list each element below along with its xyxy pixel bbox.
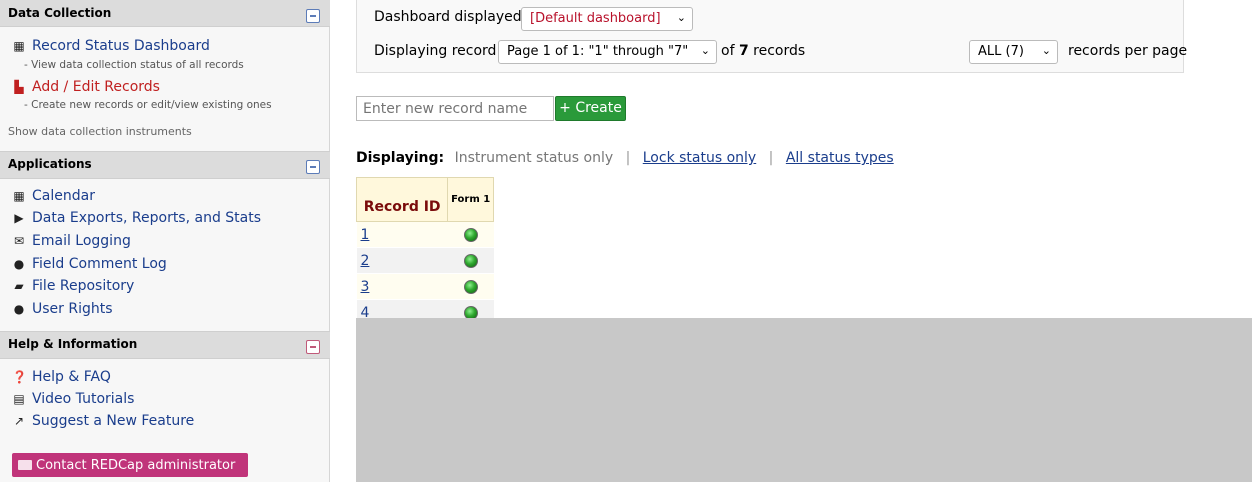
folder-icon: ▰ xyxy=(14,279,24,293)
status-circle-icon[interactable] xyxy=(463,253,478,268)
section-title: Data Collection xyxy=(8,6,112,20)
share-icon: ↗ xyxy=(13,414,25,428)
per-page-value: ALL (7) xyxy=(978,44,1024,59)
column-header-form: Form 1 xyxy=(447,177,494,222)
contact-admin-label: Contact REDCap administrator xyxy=(36,457,236,473)
sidebar-item-label: Video Tutorials xyxy=(32,391,135,407)
form-status-cell xyxy=(447,221,494,248)
envelope-icon xyxy=(18,460,32,470)
dashboard-displayed-label: Dashboard displayed: xyxy=(374,9,527,25)
section-header-data-collection: Data Collection xyxy=(0,0,330,27)
record-count-number: 7 xyxy=(738,43,749,59)
display-filter-current: Instrument status only xyxy=(454,150,614,166)
left-sidebar: Data Collection ▦ Record Status Dashboar… xyxy=(0,0,330,482)
sidebar-item-label: Field Comment Log xyxy=(32,256,167,272)
contact-admin-button[interactable]: Contact REDCap administrator xyxy=(12,453,248,477)
sidebar-item-label: File Repository xyxy=(32,278,135,294)
new-record-name-input[interactable] xyxy=(356,96,554,121)
sidebar-item-label: Record Status Dashboard xyxy=(32,38,210,54)
dashboard-select-value: [Default dashboard] xyxy=(530,11,661,26)
sidebar-item-email-logging[interactable]: ✉ Email Logging xyxy=(12,233,131,249)
record-id-link[interactable]: 3 xyxy=(361,279,370,295)
per-page-select[interactable]: ALL (7) ⌄ xyxy=(969,40,1058,64)
sidebar-item-user-rights[interactable]: ● User Rights xyxy=(12,301,113,317)
sidebar-item-field-comment-log[interactable]: ● Field Comment Log xyxy=(12,256,167,272)
status-display-filter: Displaying: Instrument status only | Loc… xyxy=(356,150,894,166)
section-header-help: Help & Information xyxy=(0,331,330,359)
form-status-cell xyxy=(447,273,494,300)
sidebar-item-label: Add / Edit Records xyxy=(32,79,160,95)
column-header-record-id[interactable]: Record ID xyxy=(355,177,449,222)
chevron-down-icon: ⌄ xyxy=(700,44,710,57)
film-icon: ▤ xyxy=(13,392,25,406)
record-page-value: Page 1 of 1: "1" through "7" xyxy=(507,44,689,59)
form-status-cell xyxy=(447,247,494,274)
show-instruments-link[interactable]: Show data collection instruments xyxy=(8,125,192,138)
sidebar-item-record-status-dashboard[interactable]: ▦ Record Status Dashboard xyxy=(12,38,210,54)
gray-overlay xyxy=(356,318,1252,482)
record-id-link[interactable]: 1 xyxy=(361,227,370,243)
sidebar-item-help-faq[interactable]: ❓ Help & FAQ xyxy=(12,369,111,385)
collapse-icon[interactable] xyxy=(306,340,320,354)
sidebar-item-label: User Rights xyxy=(32,301,113,317)
sidebar-item-calendar[interactable]: ▦ Calendar xyxy=(12,188,95,204)
record-id-cell: 2 xyxy=(356,247,448,274)
record-count: of 7 records xyxy=(721,43,805,59)
separator: | xyxy=(768,150,774,166)
collapse-icon[interactable] xyxy=(306,9,320,23)
section-title: Help & Information xyxy=(8,337,138,351)
table-row: 1 xyxy=(356,221,494,248)
lock-status-link[interactable]: Lock status only xyxy=(643,150,756,166)
comments-icon: ● xyxy=(13,257,25,271)
section-header-applications: Applications xyxy=(0,151,330,179)
sidebar-item-data-exports[interactable]: ▶ Data Exports, Reports, and Stats xyxy=(12,210,261,226)
sidebar-item-label: Suggest a New Feature xyxy=(32,413,195,429)
sidebar-item-video-tutorials[interactable]: ▤ Video Tutorials xyxy=(12,391,134,407)
sidebar-item-description: - Create new records or edit/view existi… xyxy=(24,99,272,111)
sidebar-item-label: Help & FAQ xyxy=(32,369,111,385)
record-count-suffix: records xyxy=(753,43,806,59)
status-circle-icon[interactable] xyxy=(463,227,478,242)
export-icon: ▶ xyxy=(14,211,24,225)
dashboard-controls-panel: Dashboard displayed: [Default dashboard]… xyxy=(356,0,1188,73)
calendar-icon: ▦ xyxy=(13,189,25,203)
sidebar-item-description: - View data collection status of all rec… xyxy=(24,59,244,71)
table-row: 3 xyxy=(356,273,494,300)
separator: | xyxy=(625,150,631,166)
display-filter-label: Displaying: xyxy=(356,150,445,166)
table-row: 2 xyxy=(356,247,494,274)
chevron-down-icon: ⌄ xyxy=(676,11,686,24)
chevron-down-icon: ⌄ xyxy=(1041,44,1051,57)
record-id-cell: 3 xyxy=(356,273,448,300)
sidebar-item-add-edit-records[interactable]: ▙ Add / Edit Records xyxy=(12,79,160,95)
record-page-select[interactable]: Page 1 of 1: "1" through "7" ⌄ xyxy=(498,40,717,64)
record-id-cell: 1 xyxy=(356,221,448,248)
create-record-button[interactable]: + Create xyxy=(555,96,626,121)
sidebar-item-file-repository[interactable]: ▰ File Repository xyxy=(12,278,134,294)
table-icon: ▦ xyxy=(13,39,25,53)
per-page-label: records per page xyxy=(1068,43,1188,59)
section-title: Applications xyxy=(8,157,92,171)
question-icon: ❓ xyxy=(12,370,27,384)
file-icon: ▙ xyxy=(14,80,24,94)
status-circle-icon[interactable] xyxy=(463,279,478,294)
collapse-icon[interactable] xyxy=(306,160,320,174)
dashboard-select[interactable]: [Default dashboard] ⌄ xyxy=(521,7,693,31)
displaying-record-label: Displaying record xyxy=(374,43,497,59)
record-count-prefix: of xyxy=(721,43,735,59)
sidebar-item-label: Calendar xyxy=(32,188,95,204)
sidebar-item-suggest-feature[interactable]: ↗ Suggest a New Feature xyxy=(12,413,194,429)
mail-log-icon: ✉ xyxy=(13,234,25,248)
all-status-link[interactable]: All status types xyxy=(786,150,894,166)
sidebar-item-label: Data Exports, Reports, and Stats xyxy=(32,210,262,226)
user-icon: ● xyxy=(13,302,25,316)
sidebar-item-label: Email Logging xyxy=(32,233,131,249)
record-id-link[interactable]: 2 xyxy=(361,253,370,269)
